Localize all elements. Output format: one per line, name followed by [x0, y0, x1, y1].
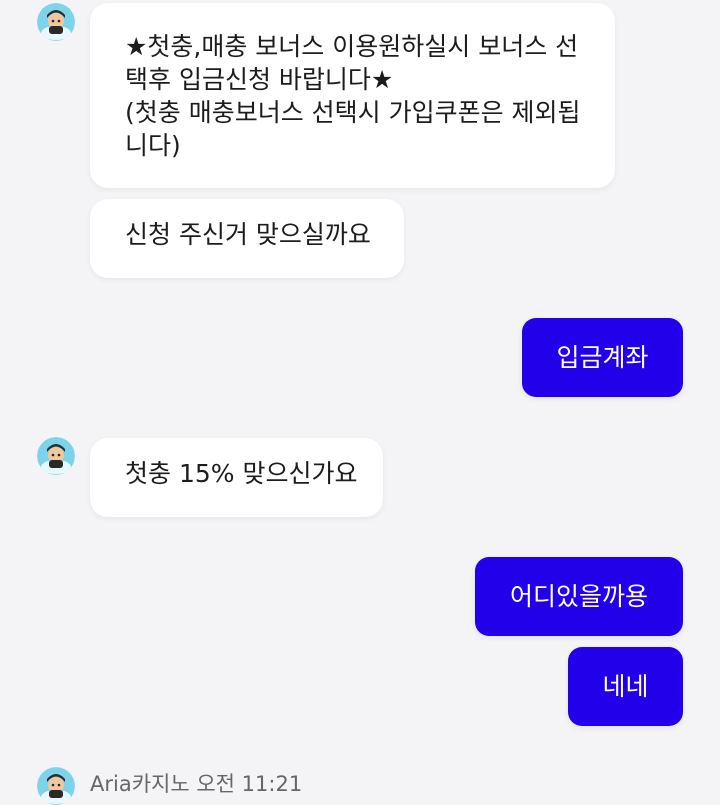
- sender-name: Aria카지노: [90, 772, 190, 796]
- message-bubble-outgoing: 네네: [568, 647, 683, 726]
- agent-avatar-icon[interactable]: [37, 437, 75, 475]
- agent-avatar-icon[interactable]: [37, 767, 75, 805]
- message-bubble-incoming: 신청 주신거 맞으실까요: [90, 199, 404, 278]
- message-bubble-incoming: 첫충 15% 맞으신가요: [90, 438, 383, 517]
- message-bubble-incoming: ★첫충,매충 보너스 이용원하실시 보너스 선 택후 입금신청 바랍니다★ (첫…: [90, 3, 615, 188]
- message-bubble-outgoing: 어디있을까용: [475, 557, 683, 636]
- message-bubble-outgoing: 입금계좌: [522, 318, 683, 397]
- message-time: 오전 11:21: [196, 772, 303, 796]
- agent-avatar-icon[interactable]: [37, 3, 75, 41]
